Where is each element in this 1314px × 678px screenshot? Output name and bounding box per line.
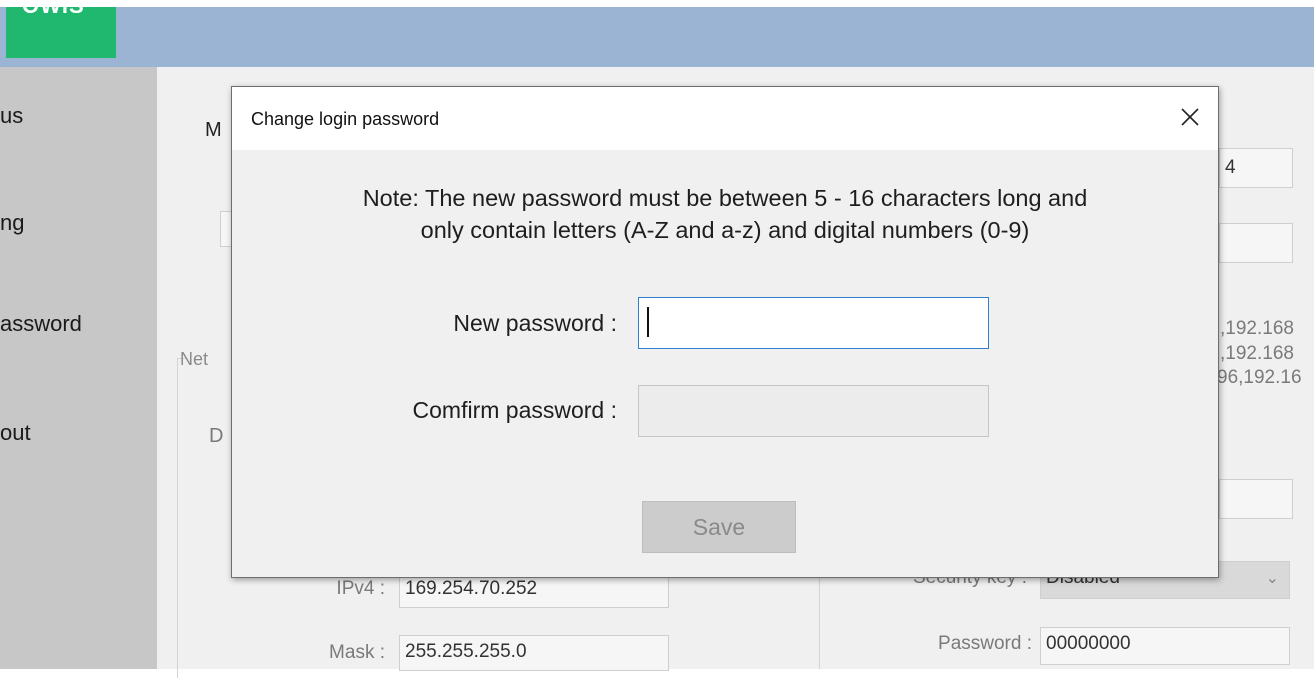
sidebar-item-status[interactable]: us xyxy=(0,103,23,129)
new-password-label: New password : xyxy=(453,310,617,336)
app-header: OWIS xyxy=(0,7,1314,67)
app-logo: OWIS xyxy=(6,7,116,58)
sidebar-item-password[interactable]: assword xyxy=(0,311,82,337)
mask-label: Mask : xyxy=(329,642,385,663)
chevron-down-icon: ⌄ xyxy=(1265,570,1279,587)
ipv4-label: IPv4 : xyxy=(336,578,385,599)
second-right-field xyxy=(1219,223,1293,263)
row-label-fragment: D xyxy=(209,425,224,447)
password-label: Password : xyxy=(938,633,1032,654)
close-icon xyxy=(1181,108,1199,126)
new-password-input[interactable] xyxy=(638,297,989,349)
ip-fragment-2: ,192.168 xyxy=(1220,343,1294,364)
group-label-fragment: Net xyxy=(180,349,209,369)
top-strip xyxy=(0,0,1314,7)
note-line-2: only contain letters (A-Z and a-z) and d… xyxy=(420,217,1030,243)
sidebar-item-setting[interactable]: ng xyxy=(0,210,24,236)
logo-text: OWIS xyxy=(22,7,85,19)
close-button[interactable] xyxy=(1176,103,1204,131)
confirm-password-label: Comfirm password : xyxy=(412,397,617,423)
main-label-fragment: M xyxy=(205,119,222,141)
sidebar-item-about[interactable]: out xyxy=(0,420,31,446)
change-password-dialog: Change login password Note: The new pass… xyxy=(231,86,1219,578)
password-field[interactable]: 00000000 xyxy=(1040,627,1290,665)
ip-fragment-3: 96,192.16 xyxy=(1217,367,1302,388)
save-button[interactable]: Save xyxy=(642,501,796,553)
confirm-password-input[interactable] xyxy=(638,385,989,437)
ip-fragment-1: ,192.168 xyxy=(1220,318,1294,339)
dialog-title: Change login password xyxy=(251,109,440,129)
sidebar: us ng assword out xyxy=(0,67,157,669)
top-right-field: 4 xyxy=(1219,148,1293,188)
mask-field[interactable]: 255.255.255.0 xyxy=(399,635,669,671)
dialog-titlebar: Change login password xyxy=(232,87,1218,150)
text-caret xyxy=(647,307,649,337)
group-border-left xyxy=(177,358,178,678)
third-right-field xyxy=(1219,479,1293,519)
note-line-1: Note: The new password must be between 5… xyxy=(362,185,1088,211)
